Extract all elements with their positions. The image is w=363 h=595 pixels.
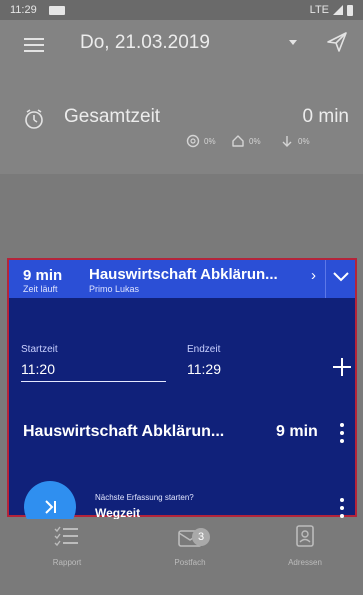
end-time-value: 11:29 [187, 361, 221, 377]
status-bar: 11:29 LTE [0, 0, 363, 20]
battery-icon [347, 4, 353, 16]
status-right: LTE [310, 4, 353, 16]
tab-postfach-label: Postfach [174, 558, 206, 567]
arrow-down-icon [282, 136, 292, 147]
summary-row: Gesamtzeit 0 min 0% 0% 0% [0, 94, 363, 174]
stat-down: 0% [280, 134, 310, 148]
stat-billable: 0% [186, 134, 216, 148]
next-entry-value[interactable]: Wegzeit [95, 506, 140, 520]
stat-down-value: 0% [298, 136, 310, 146]
total-time-label: Gesamtzeit [64, 106, 161, 127]
tab-postfach[interactable]: 3 Postfach [150, 525, 230, 567]
next-entry-label: Nächste Erfassung starten? [95, 493, 194, 502]
send-icon[interactable] [325, 30, 349, 54]
start-time-label: Startzeit [21, 344, 58, 355]
total-time-value: 0 min [302, 106, 349, 127]
chevron-right-icon: › [311, 267, 316, 284]
stat-billable-value: 0% [204, 136, 216, 146]
tab-rapport-label: Rapport [52, 558, 82, 567]
sim-icon [48, 5, 65, 15]
home-icon [232, 135, 244, 147]
active-entry-time: 9 min [23, 267, 63, 284]
bottom-nav: Rapport 3 Postfach Adressen [0, 519, 363, 595]
skip-next-icon [45, 500, 56, 514]
hand-coins-icon [186, 134, 200, 148]
start-time-underline [21, 381, 166, 382]
active-entry-header[interactable]: 9 min Zeit läuft Hauswirtschaft Abklärun… [9, 260, 355, 298]
active-entry-person: Primo Lukas [89, 284, 140, 294]
tab-adressen[interactable]: Adressen [265, 525, 345, 567]
task-title[interactable]: Hauswirtschaft Abklärun... [23, 423, 224, 441]
header-divider [325, 260, 326, 298]
task-more-icon[interactable] [337, 423, 347, 443]
date-selector[interactable]: Do, 21.03.2019 [80, 32, 210, 54]
active-entry-title: Hauswirtschaft Abklärun... [89, 266, 278, 283]
stopwatch-icon [25, 109, 43, 129]
add-icon[interactable] [331, 356, 353, 378]
next-more-icon[interactable] [337, 498, 347, 518]
caret-down-icon[interactable] [289, 40, 297, 45]
tab-rapport[interactable]: Rapport [27, 525, 107, 567]
status-time: 11:29 [10, 4, 37, 16]
stat-home: 0% [231, 134, 261, 148]
task-time: 9 min [276, 423, 318, 440]
end-time-label: Endzeit [187, 344, 221, 355]
checklist-icon [54, 526, 78, 547]
postfach-badge: 3 [192, 528, 210, 546]
signal-icon [333, 5, 343, 15]
stat-home-value: 0% [249, 136, 261, 146]
content-area [0, 174, 363, 258]
network-label: LTE [309, 4, 329, 16]
tab-adressen-label: Adressen [288, 558, 322, 567]
contact-card-icon [296, 525, 314, 547]
active-entry-panel: 9 min Zeit läuft Hauswirtschaft Abklärun… [7, 258, 357, 533]
chevron-down-icon[interactable] [331, 266, 351, 286]
active-entry-status: Zeit läuft [23, 284, 58, 294]
start-time-field[interactable]: 11:20 [21, 361, 55, 377]
menu-icon[interactable] [24, 38, 44, 52]
